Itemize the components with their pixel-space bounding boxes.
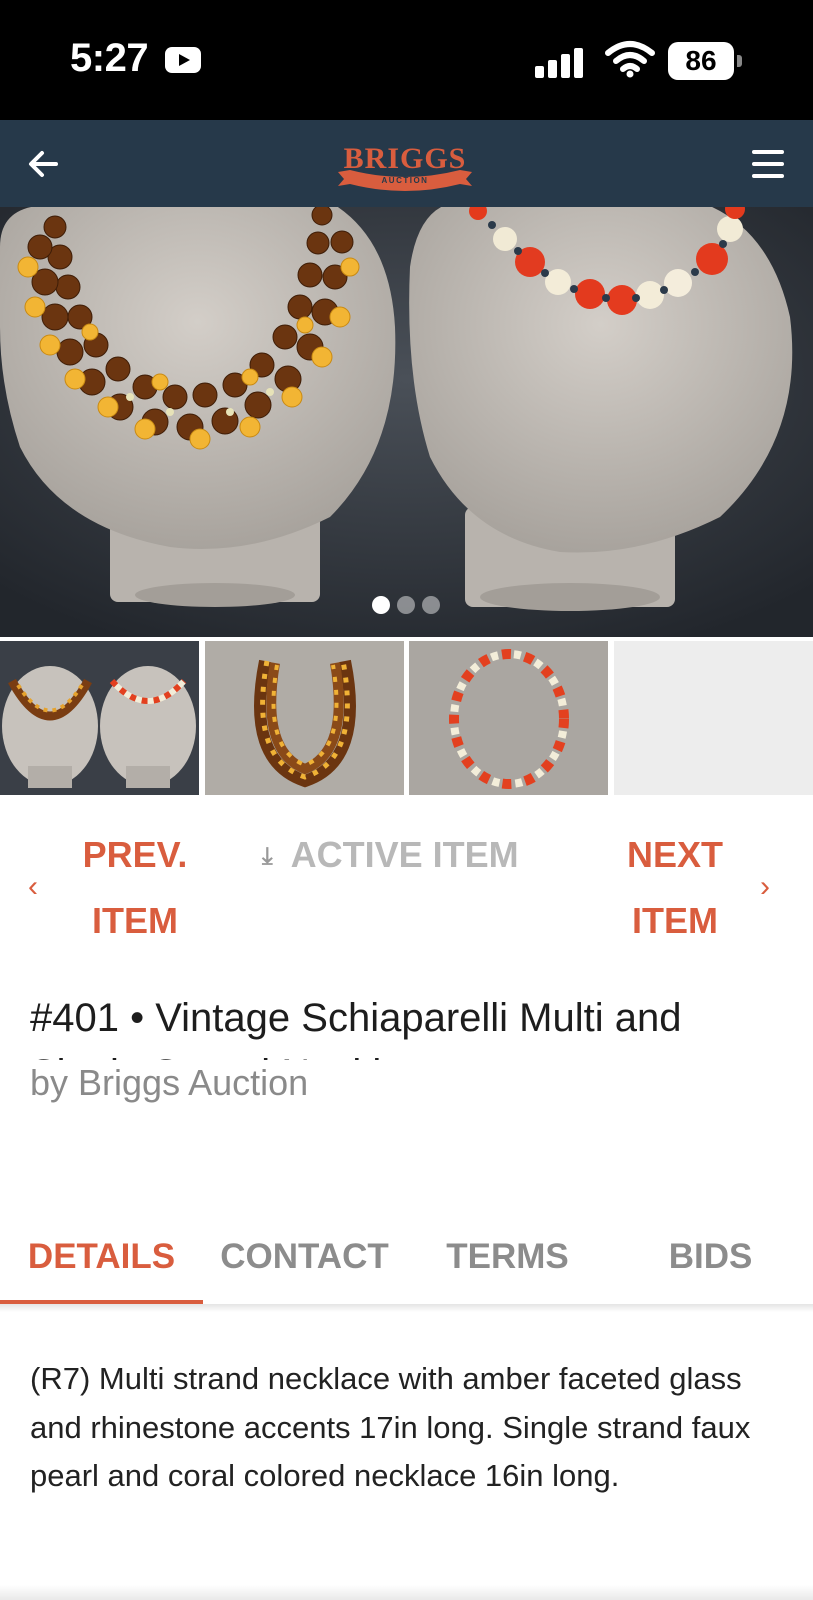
svg-text:BRIGGS: BRIGGS	[344, 142, 467, 175]
carousel-dots	[0, 596, 813, 616]
download-icon: ⤓	[262, 843, 273, 871]
carousel-dot-2[interactable]	[397, 596, 415, 614]
item-title: #401 • Vintage Schiaparelli Multi and Si…	[30, 996, 682, 1060]
tab-divider	[0, 1304, 813, 1312]
next-item-line1: NEXT	[626, 834, 723, 875]
thumbnail-4[interactable]	[614, 641, 813, 795]
hero-image[interactable]	[0, 207, 813, 637]
prev-item-button[interactable]: PREV. ITEM	[70, 822, 200, 954]
hamburger-menu-icon[interactable]	[748, 146, 788, 182]
chevron-left-icon[interactable]: ‹	[28, 870, 38, 904]
tab-bids[interactable]: BIDS	[609, 1237, 812, 1277]
status-time: 5:27	[70, 36, 149, 80]
tab-terms[interactable]: TERMS	[406, 1237, 609, 1277]
item-description: (R7) Multi strand necklace with amber fa…	[30, 1361, 751, 1493]
carousel-dot-3[interactable]	[422, 596, 440, 614]
item-navigation: ‹ PREV. ITEM ⤓ ACTIVE ITEM NEXT ITEM ›	[0, 810, 813, 950]
app-header: BRIGGS AUCTION	[0, 120, 813, 207]
carousel-dot-1[interactable]	[372, 596, 390, 614]
thumbnail-strip	[0, 641, 813, 795]
battery-icon: 86	[668, 42, 742, 80]
bottom-shade	[0, 1585, 813, 1600]
wifi-icon	[605, 41, 655, 78]
thumbnail-2[interactable]	[205, 641, 404, 795]
thumbnail-1[interactable]	[0, 641, 199, 795]
next-item-line2: ITEM	[632, 900, 718, 941]
tab-bar: DETAILS CONTACT TERMS BIDS	[0, 1225, 813, 1305]
active-item-label: ACTIVE ITEM	[290, 834, 519, 875]
youtube-icon	[165, 47, 201, 73]
signal-icon	[535, 44, 593, 78]
thumbnail-3[interactable]	[409, 641, 608, 795]
battery-percent: 86	[668, 42, 734, 80]
seller-name[interactable]: by Briggs Auction	[30, 1062, 315, 1104]
next-item-button[interactable]: NEXT ITEM	[610, 822, 740, 954]
tab-contact[interactable]: CONTACT	[203, 1237, 406, 1277]
back-arrow-icon[interactable]	[22, 142, 66, 186]
tab-details[interactable]: DETAILS	[0, 1237, 203, 1277]
svg-text:AUCTION: AUCTION	[382, 176, 429, 185]
prev-item-line1: PREV.	[82, 834, 188, 875]
chevron-right-icon[interactable]: ›	[760, 870, 770, 904]
prev-item-line2: ITEM	[92, 900, 178, 941]
active-item-button[interactable]: ⤓ ACTIVE ITEM	[262, 822, 519, 890]
status-bar: 5:27 86	[0, 0, 813, 120]
briggs-auction-logo[interactable]: BRIGGS AUCTION	[330, 128, 480, 200]
